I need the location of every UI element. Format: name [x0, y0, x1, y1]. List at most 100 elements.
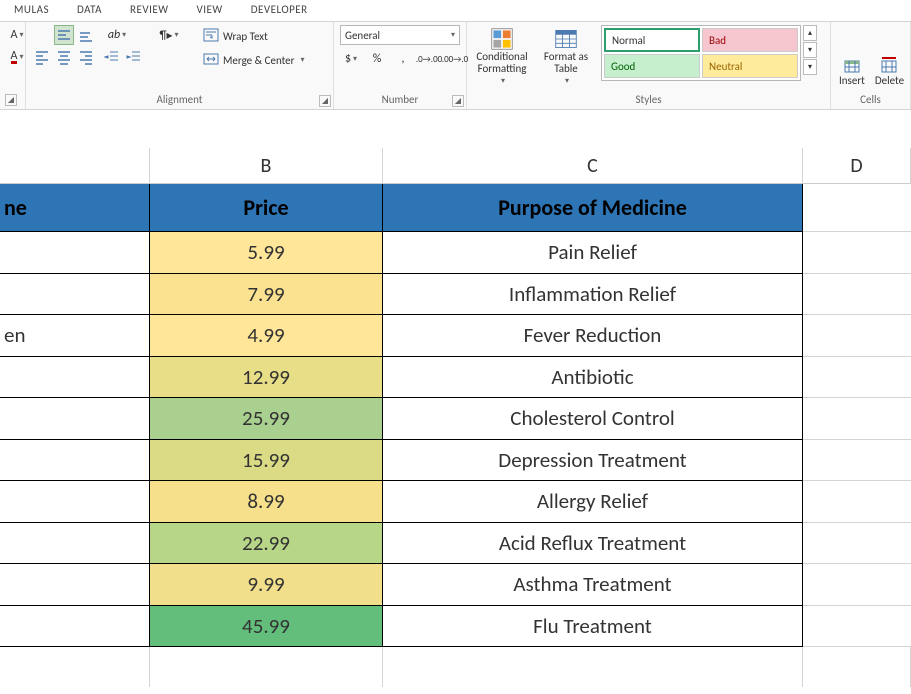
- increase-indent-button[interactable]: [124, 47, 144, 67]
- font-a-icon: A: [11, 28, 18, 42]
- merge-center-button[interactable]: Merge & Center ▾: [196, 49, 312, 71]
- font-color-button[interactable]: A▾: [6, 47, 28, 67]
- cell-empty[interactable]: [803, 606, 911, 648]
- cell-price[interactable]: 15.99: [150, 440, 383, 482]
- col-header-c[interactable]: C: [383, 148, 803, 183]
- table-header-row: ne Price Purpose of Medicine: [0, 184, 911, 232]
- cell-empty[interactable]: [803, 232, 911, 274]
- style-neutral[interactable]: Neutral: [702, 54, 798, 78]
- wrap-text-button[interactable]: Wrap Text: [196, 25, 312, 47]
- cell-purpose[interactable]: Pain Relief: [383, 232, 803, 274]
- gallery-more-button[interactable]: ▾: [803, 59, 817, 75]
- cell-name[interactable]: [0, 523, 150, 565]
- empty-cell[interactable]: [383, 647, 803, 687]
- style-good[interactable]: Good: [604, 54, 700, 78]
- gallery-up-button[interactable]: ▴: [803, 25, 817, 41]
- font-dialog-launcher[interactable]: ◢: [5, 94, 17, 106]
- comma-format-button[interactable]: ,: [392, 49, 414, 69]
- cell-name[interactable]: [0, 232, 150, 274]
- align-bottom-button[interactable]: [76, 25, 96, 45]
- align-right-button[interactable]: [76, 47, 96, 67]
- increase-decimal-icon: .0→.00: [416, 54, 442, 65]
- cell-price[interactable]: 45.99: [150, 606, 383, 648]
- cell-price[interactable]: 5.99: [150, 232, 383, 274]
- increase-font-button[interactable]: A▾: [6, 25, 28, 45]
- orientation-button[interactable]: ab▾: [102, 25, 132, 45]
- cell-name[interactable]: [0, 564, 150, 606]
- number-format-select[interactable]: General ▾: [340, 25, 460, 45]
- cell-empty[interactable]: [803, 398, 911, 440]
- header-cell-c[interactable]: Purpose of Medicine: [383, 184, 803, 232]
- table-row: 45.99Flu Treatment: [0, 606, 911, 648]
- col-header-d[interactable]: D: [803, 148, 911, 183]
- decrease-decimal-button[interactable]: .00→.0: [444, 49, 466, 69]
- increase-decimal-button[interactable]: .0→.00: [418, 49, 440, 69]
- header-cell-b[interactable]: Price: [150, 184, 383, 232]
- tab-view[interactable]: VIEW: [183, 0, 237, 21]
- gallery-down-button[interactable]: ▾: [803, 42, 817, 58]
- cell-purpose[interactable]: Flu Treatment: [383, 606, 803, 648]
- styles-group: Conditional Formatting▾ Format as Table▾…: [467, 22, 831, 109]
- empty-cell[interactable]: [150, 647, 383, 687]
- cell-name[interactable]: [0, 398, 150, 440]
- cell-empty[interactable]: [803, 274, 911, 316]
- tab-formulas[interactable]: MULAS: [0, 0, 63, 21]
- cell-empty[interactable]: [803, 481, 911, 523]
- empty-cell[interactable]: [0, 647, 150, 687]
- cell-empty[interactable]: [803, 315, 911, 357]
- cell-price[interactable]: 9.99: [150, 564, 383, 606]
- cell-purpose[interactable]: Depression Treatment: [383, 440, 803, 482]
- cell-purpose[interactable]: Inflammation Relief: [383, 274, 803, 316]
- number-dialog-launcher[interactable]: ◢: [452, 95, 464, 107]
- cell-purpose[interactable]: Cholesterol Control: [383, 398, 803, 440]
- cell-purpose[interactable]: Fever Reduction: [383, 315, 803, 357]
- cell-empty[interactable]: [803, 564, 911, 606]
- col-header-b[interactable]: B: [150, 148, 383, 183]
- ltr-button[interactable]: ¶▸▾: [154, 25, 184, 45]
- header-cell-a[interactable]: ne: [0, 184, 150, 232]
- align-middle-button[interactable]: [54, 25, 74, 45]
- header-cell-d[interactable]: [803, 184, 911, 232]
- cell-name[interactable]: [0, 274, 150, 316]
- delete-cells-button[interactable]: Delete: [873, 25, 906, 89]
- decrease-indent-button[interactable]: [102, 47, 122, 67]
- cell-name[interactable]: en: [0, 315, 150, 357]
- cell-empty[interactable]: [803, 440, 911, 482]
- align-left-button[interactable]: [32, 47, 52, 67]
- cell-name[interactable]: [0, 357, 150, 399]
- cell-purpose[interactable]: Allergy Relief: [383, 481, 803, 523]
- cell-empty[interactable]: [803, 523, 911, 565]
- cell-purpose[interactable]: Asthma Treatment: [383, 564, 803, 606]
- cell-price[interactable]: 25.99: [150, 398, 383, 440]
- cell-name[interactable]: [0, 606, 150, 648]
- cell-purpose[interactable]: Acid Reflux Treatment: [383, 523, 803, 565]
- format-as-table-button[interactable]: Format as Table▾: [537, 25, 595, 89]
- style-bad[interactable]: Bad: [702, 28, 798, 52]
- cell-name[interactable]: [0, 440, 150, 482]
- conditional-formatting-button[interactable]: Conditional Formatting▾: [473, 25, 531, 89]
- style-normal[interactable]: Normal: [604, 28, 700, 52]
- cell-price[interactable]: 7.99: [150, 274, 383, 316]
- merge-icon: [203, 51, 219, 70]
- empty-cell[interactable]: [803, 647, 911, 687]
- tab-developer[interactable]: DEVELOPER: [237, 0, 322, 21]
- tab-data[interactable]: DATA: [63, 0, 116, 21]
- col-header-a[interactable]: [0, 148, 150, 183]
- accounting-format-button[interactable]: $▾: [340, 49, 362, 69]
- alignment-dialog-launcher[interactable]: ◢: [319, 95, 331, 107]
- cell-price[interactable]: 4.99: [150, 315, 383, 357]
- worksheet-grid: ne Price Purpose of Medicine 5.99Pain Re…: [0, 184, 911, 687]
- cell-price[interactable]: 8.99: [150, 481, 383, 523]
- align-top-button[interactable]: [32, 25, 52, 45]
- alignment-group-label: Alignment: [32, 93, 327, 108]
- cell-price[interactable]: 12.99: [150, 357, 383, 399]
- insert-cells-button[interactable]: Insert: [837, 25, 867, 89]
- percent-format-button[interactable]: %: [366, 49, 388, 69]
- cell-price[interactable]: 22.99: [150, 523, 383, 565]
- align-center-button[interactable]: [54, 47, 74, 67]
- delete-icon: [879, 55, 899, 75]
- cell-name[interactable]: [0, 481, 150, 523]
- cell-purpose[interactable]: Antibiotic: [383, 357, 803, 399]
- tab-review[interactable]: REVIEW: [116, 0, 183, 21]
- cell-empty[interactable]: [803, 357, 911, 399]
